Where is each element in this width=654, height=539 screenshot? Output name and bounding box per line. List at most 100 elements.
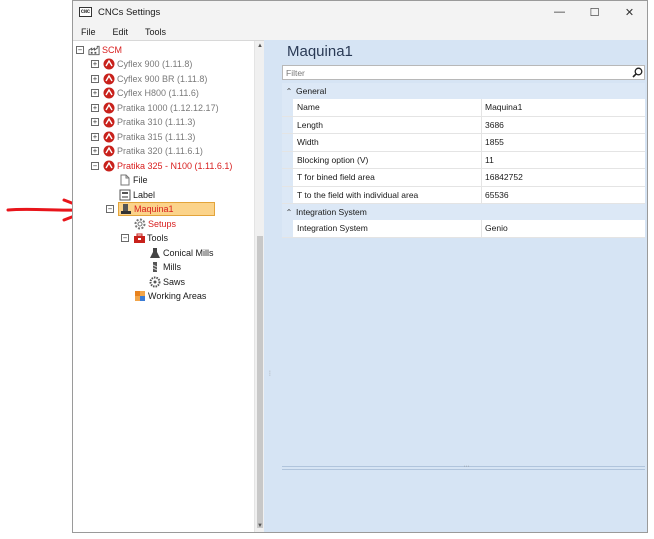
tree-node-saws[interactable]: Saws — [149, 275, 185, 289]
tree-node-machine[interactable]: + Pratika 310 (1.11.3) — [91, 115, 195, 129]
tree-node-label: Setups — [148, 218, 177, 229]
collapse-toggle[interactable]: − — [121, 234, 129, 242]
expand-toggle[interactable]: + — [91, 147, 99, 155]
chevron-up-icon[interactable]: ⌃ — [282, 87, 296, 96]
tree-node-label-item[interactable]: Label — [119, 188, 155, 202]
scm-logo-icon — [103, 160, 115, 172]
property-value[interactable]: Maquina1 — [482, 99, 645, 116]
gear-icon — [134, 218, 146, 230]
property-name: Length — [293, 116, 482, 133]
tree-node-machine[interactable]: + Pratika 1000 (1.12.12.17) — [91, 101, 219, 115]
tree-node-machine[interactable]: + Cyflex 900 (1.11.8) — [91, 57, 192, 71]
property-value[interactable]: 1855 — [482, 134, 645, 151]
property-row[interactable]: Length 3686 — [282, 116, 645, 134]
property-row[interactable]: Width 1855 — [282, 134, 645, 152]
tree-node-machine[interactable]: + Pratika 315 (1.11.3) — [91, 130, 195, 144]
tree-node-scm[interactable]: − SCM — [76, 43, 122, 57]
label-icon — [119, 189, 131, 201]
scroll-up-icon[interactable]: ▲ — [257, 43, 263, 49]
tree-node-machine-expanded[interactable]: − Pratika 325 - N100 (1.11.6.1) — [91, 159, 232, 173]
menu-bar: File Edit Tools — [73, 23, 647, 40]
property-value[interactable]: 3686 — [482, 117, 645, 134]
expand-toggle[interactable]: + — [91, 118, 99, 126]
scm-logo-icon — [103, 73, 115, 85]
scm-logo-icon — [103, 116, 115, 128]
close-button[interactable]: ✕ — [612, 1, 647, 23]
splitter-grip-icon: ⋯ — [463, 464, 470, 470]
property-value[interactable]: 16842752 — [482, 169, 645, 186]
object-title: Maquina1 — [287, 43, 353, 60]
tree-node-machine[interactable]: + Cyflex H800 (1.11.6) — [91, 86, 199, 100]
chevron-up-icon[interactable]: ⌃ — [282, 208, 296, 217]
tree-node-label: Label — [133, 189, 156, 200]
tree-node-label: Tools — [147, 233, 169, 243]
tree-node-conical-mills[interactable]: Conical Mills — [149, 246, 214, 260]
tree-node-machine[interactable]: + Pratika 320 (1.11.6.1) — [91, 144, 203, 158]
expand-toggle[interactable]: + — [91, 132, 99, 141]
tree-scrollbar[interactable]: ▲ ▼ — [254, 41, 264, 532]
tree-node-label: SCM — [102, 45, 122, 55]
maximize-button[interactable]: ☐ — [577, 1, 612, 23]
toolbox-icon — [133, 232, 145, 244]
menu-file[interactable]: File — [73, 27, 105, 37]
app-window: CNC CNCs Settings — ☐ ✕ File Edit Tools … — [72, 0, 648, 533]
expand-toggle[interactable]: + — [91, 89, 99, 97]
menu-edit[interactable]: Edit — [105, 27, 138, 37]
property-row[interactable]: T for bined field area 16842752 — [282, 169, 645, 187]
tree-node-label: Pratika 315 (1.11.3) — [117, 131, 196, 142]
scm-logo-icon — [103, 58, 115, 70]
scrollbar-thumb[interactable] — [257, 236, 263, 528]
property-row[interactable]: Name Maquina1 — [282, 99, 645, 117]
category-general[interactable]: ⌃ General — [282, 83, 645, 99]
property-value[interactable]: 65536 — [482, 187, 645, 204]
property-row[interactable]: Blocking option (V) 11 — [282, 151, 645, 169]
property-value[interactable]: Genio — [482, 220, 645, 237]
expand-toggle[interactable]: + — [91, 74, 99, 83]
tree-node-label: Cyflex 900 BR (1.11.8) — [117, 73, 208, 84]
machine-icon — [120, 203, 132, 215]
property-name: Integration System — [293, 220, 482, 237]
menu-tools[interactable]: Tools — [137, 27, 175, 37]
tree-node-maquina1[interactable]: − Maquina1 — [106, 202, 215, 216]
collapse-toggle[interactable]: − — [76, 46, 84, 54]
collapse-toggle[interactable]: − — [106, 205, 114, 213]
tree-node-label: Pratika 1000 (1.12.12.17) — [117, 102, 219, 113]
scm-logo-icon — [103, 131, 115, 143]
property-name: T to the field with individual area — [293, 186, 482, 203]
tree-node-working-areas[interactable]: Working Areas — [134, 289, 206, 303]
tree-node-tools[interactable]: − Tools — [121, 231, 168, 245]
properties-pane: Maquina1 Filter ⌃ General Name Maquina1 — [276, 40, 647, 532]
factory-icon — [88, 44, 100, 56]
splitter-grip-icon: ⋮ — [267, 371, 273, 377]
expand-toggle[interactable]: + — [91, 103, 99, 112]
collapse-toggle[interactable]: − — [91, 161, 99, 170]
search-icon[interactable] — [630, 66, 644, 79]
tree-node-label: Maquina1 — [134, 204, 174, 214]
selected-node[interactable]: Maquina1 — [118, 202, 215, 216]
property-value[interactable]: 11 — [482, 152, 645, 169]
filter-input[interactable]: Filter — [282, 65, 645, 80]
scm-logo-icon — [103, 102, 115, 114]
property-row[interactable]: Integration System Genio — [282, 220, 645, 238]
saw-blade-icon — [149, 276, 161, 288]
tree-node-setups[interactable]: Setups — [134, 217, 176, 231]
tree-node-label: Pratika 325 - N100 (1.11.6.1) — [117, 160, 233, 171]
category-integration-system[interactable]: ⌃ Integration System — [282, 204, 645, 220]
expand-toggle[interactable]: + — [91, 60, 99, 68]
tree-node-label: Saws — [163, 276, 186, 287]
tree-node-label: Mills — [163, 262, 181, 272]
tree-node-machine[interactable]: + Cyflex 900 BR (1.11.8) — [91, 72, 207, 86]
tree-node-file[interactable]: File — [119, 173, 148, 187]
scroll-down-icon[interactable]: ▼ — [257, 523, 263, 529]
tree-node-label: Conical Mills — [163, 247, 214, 258]
category-label: Integration System — [296, 207, 367, 217]
property-name: Name — [293, 99, 482, 116]
description-splitter[interactable]: ⋯ — [282, 464, 645, 470]
tree-node-mills[interactable]: Mills — [149, 260, 181, 274]
tree-node-label: Cyflex 900 (1.11.8) — [117, 59, 193, 69]
minimize-button[interactable]: — — [542, 1, 577, 23]
property-row[interactable]: T to the field with individual area 6553… — [282, 186, 645, 204]
tree-node-label: Pratika 310 (1.11.3) — [117, 117, 196, 127]
pane-splitter[interactable]: ⋮ — [264, 40, 276, 532]
app-icon: CNC — [79, 7, 92, 17]
